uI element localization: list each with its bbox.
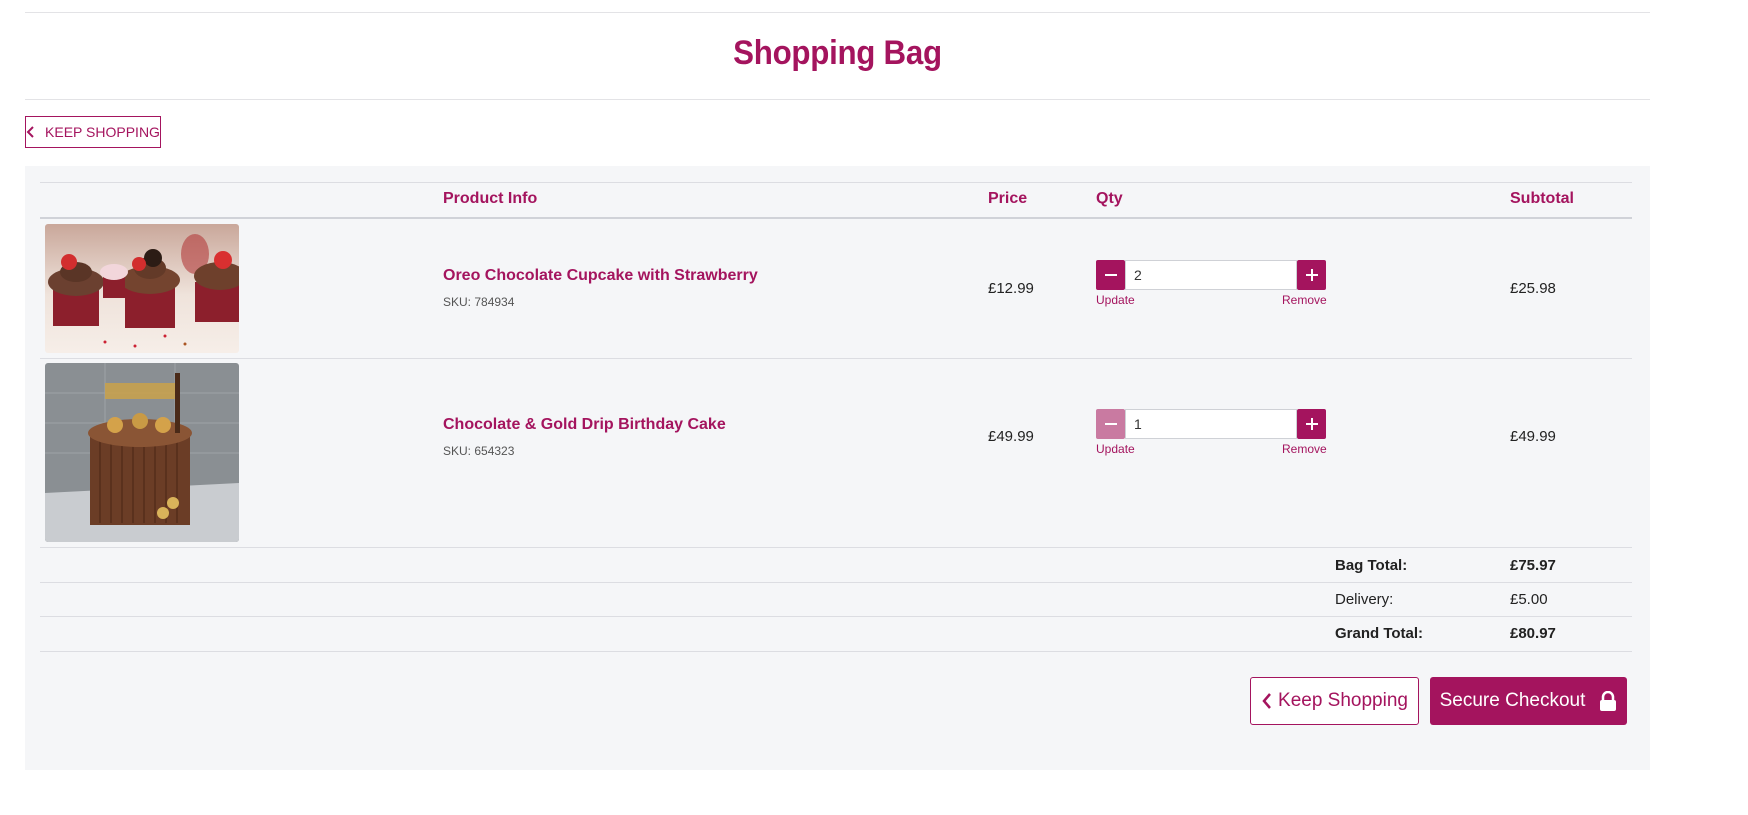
quantity-stepper: 1 [1096, 409, 1326, 439]
product-image-cupcake[interactable] [45, 224, 239, 353]
totals-bottom-border [40, 651, 1632, 652]
column-header-product: Product Info [443, 190, 538, 207]
increase-qty-button[interactable] [1297, 409, 1326, 439]
shopping-bag-page: Shopping Bag KEEP SHOPPING Product Info … [0, 0, 1748, 815]
totals-divider [40, 582, 1632, 583]
chevron-left-icon [26, 126, 34, 138]
page-title: Shopping Bag [733, 34, 942, 72]
quantity-input[interactable]: 1 [1125, 409, 1297, 439]
chevron-left-icon [1262, 693, 1271, 709]
product-sku: SKU: 784934 [443, 295, 515, 309]
grand-total-value: £80.97 [1510, 625, 1556, 642]
bag-total-value: £75.97 [1510, 557, 1556, 574]
keep-shopping-button-top[interactable]: KEEP SHOPPING [25, 116, 161, 148]
product-name-link[interactable]: Oreo Chocolate Cupcake with Strawberry [443, 267, 758, 285]
column-header-qty: Qty [1096, 190, 1123, 207]
minus-icon [1104, 423, 1117, 425]
table-top-border [40, 182, 1632, 183]
quantity-stepper: 2 [1096, 260, 1326, 290]
row-subtotal: £49.99 [1510, 428, 1556, 445]
header-divider [25, 12, 1650, 13]
cart-panel: Product Info Price Qty Subtotal Oreo Cho… [25, 166, 1650, 770]
keep-shopping-label: KEEP SHOPPING [45, 124, 160, 140]
delivery-label: Delivery: [1335, 591, 1394, 608]
row-divider [40, 547, 1632, 548]
lock-icon [1600, 691, 1617, 711]
secure-checkout-button[interactable]: Secure Checkout [1430, 677, 1627, 725]
quantity-input[interactable]: 2 [1125, 260, 1297, 290]
grand-total-label: Grand Total: [1335, 625, 1424, 642]
plus-icon [1305, 418, 1318, 430]
row-subtotal: £25.98 [1510, 280, 1556, 297]
secure-checkout-label: Secure Checkout [1439, 690, 1586, 711]
totals-divider [40, 616, 1632, 617]
plus-icon [1305, 269, 1318, 281]
minus-icon [1104, 274, 1117, 276]
table-header-border [40, 217, 1632, 219]
update-link[interactable]: Update [1096, 442, 1135, 456]
keep-shopping-label: Keep Shopping [1278, 690, 1408, 711]
delivery-value: £5.00 [1510, 591, 1548, 608]
product-image-drip-cake[interactable] [45, 363, 239, 542]
product-price: £12.99 [988, 280, 1034, 297]
bag-total-label: Bag Total: [1335, 557, 1408, 574]
update-link[interactable]: Update [1096, 293, 1135, 307]
product-sku: SKU: 654323 [443, 444, 515, 458]
keep-shopping-button[interactable]: Keep Shopping [1250, 677, 1419, 725]
product-price: £49.99 [988, 428, 1034, 445]
column-header-subtotal: Subtotal [1510, 190, 1574, 207]
product-name-link[interactable]: Chocolate & Gold Drip Birthday Cake [443, 416, 726, 434]
remove-link[interactable]: Remove [1282, 293, 1327, 307]
remove-link[interactable]: Remove [1282, 442, 1327, 456]
column-header-price: Price [988, 190, 1028, 207]
title-divider [25, 99, 1650, 100]
decrease-qty-button[interactable] [1096, 409, 1125, 439]
row-divider [40, 358, 1632, 359]
decrease-qty-button[interactable] [1096, 260, 1125, 290]
increase-qty-button[interactable] [1297, 260, 1326, 290]
